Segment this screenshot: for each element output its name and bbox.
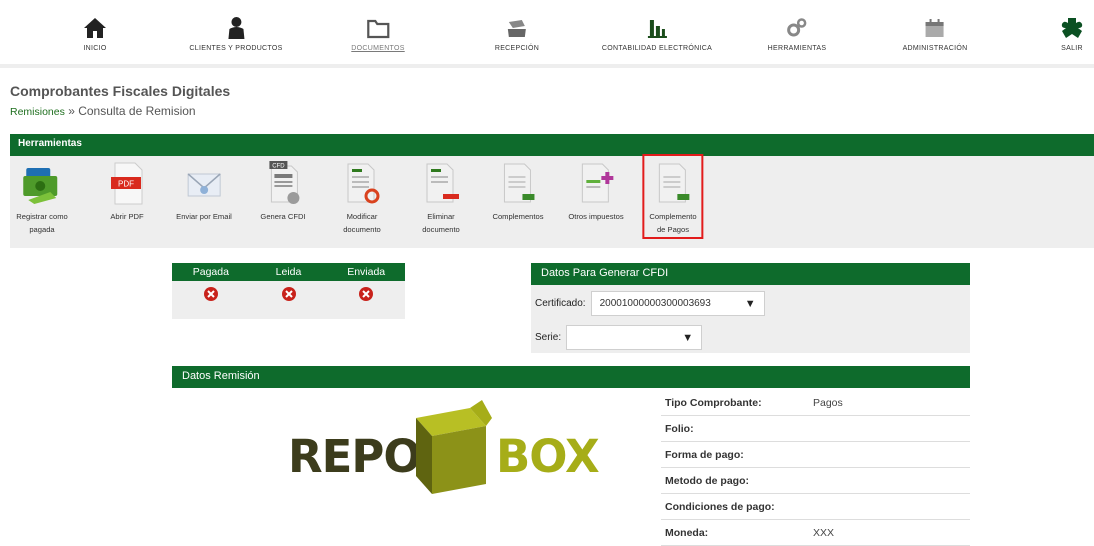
gears-icon bbox=[787, 18, 807, 37]
logo-left-text: REPO bbox=[288, 430, 422, 483]
remision-header: Datos Remisión bbox=[172, 366, 970, 388]
nav-label: ADMINISTRACIÓN bbox=[902, 45, 968, 52]
email-icon bbox=[187, 173, 221, 197]
breadcrumb-separator: » bbox=[64, 104, 79, 118]
certificado-select[interactable]: 20001000000300003693 ▼ bbox=[590, 291, 765, 316]
status-col-leida: Leida bbox=[275, 266, 302, 278]
nav-item-administracion[interactable]: ADMINISTRACIÓN bbox=[903, 16, 968, 64]
breadcrumb: Remisiones » Consulta de Remision bbox=[10, 104, 196, 118]
edit-document-icon bbox=[347, 163, 380, 204]
property-key: Forma de pago: bbox=[665, 448, 744, 461]
xml-document-icon bbox=[503, 163, 534, 203]
tool-label: Enviar por Email bbox=[176, 212, 232, 221]
x-circle-icon bbox=[203, 287, 218, 301]
breadcrumb-link-remisiones[interactable]: Remisiones bbox=[10, 106, 65, 118]
page-title: Comprobantes Fiscales Digitales bbox=[10, 83, 231, 99]
nav-label: INICIO bbox=[83, 45, 107, 52]
tool-label: Otros impuestos bbox=[568, 212, 624, 221]
delete-document-icon bbox=[426, 163, 459, 203]
add-document-icon bbox=[581, 163, 613, 203]
caret-down-icon: ▼ bbox=[744, 297, 756, 310]
certificado-value: 20001000000300003693 bbox=[599, 298, 711, 309]
otros-impuestos-button[interactable]: Otros impuestos bbox=[568, 156, 624, 242]
person-icon bbox=[227, 17, 244, 39]
nav-label: CLIENTES Y PRODUCTOS bbox=[189, 45, 283, 52]
property-row: Condiciones de pago: bbox=[661, 494, 970, 520]
calendar-icon bbox=[926, 19, 944, 37]
serie-label: Serie: bbox=[535, 332, 562, 343]
status-col-enviada: Enviada bbox=[347, 266, 386, 278]
logo-right-text: BOX bbox=[496, 430, 600, 483]
cfdi-header: Datos Para Generar CFDI bbox=[531, 263, 970, 285]
delete-document-button[interactable]: Eliminar documento bbox=[419, 156, 463, 242]
pdf-icon: PDF bbox=[111, 162, 143, 205]
tool-label: Complementos bbox=[492, 212, 544, 221]
property-key: Condiciones de pago: bbox=[665, 500, 775, 513]
nav-label: DOCUMENTOS bbox=[351, 45, 405, 52]
box-icon bbox=[416, 400, 492, 494]
tool-label: Genera CFDI bbox=[260, 212, 306, 221]
tools-header: Herramientas bbox=[10, 134, 1094, 156]
inbox-icon bbox=[507, 20, 526, 37]
home-icon bbox=[84, 18, 106, 38]
property-row: Tipo Comprobante: Pagos bbox=[661, 390, 970, 416]
genera-cfdi-button[interactable]: CFD Genera CFDI bbox=[260, 156, 306, 242]
nav-item-contabilidad[interactable]: CONTABILIDAD ELECTRÓNICA bbox=[602, 16, 712, 64]
money-icon bbox=[22, 168, 57, 204]
property-row: Forma de pago: bbox=[661, 442, 970, 468]
bar-chart-icon bbox=[648, 20, 667, 38]
nav-item-inicio[interactable]: INICIO bbox=[82, 16, 108, 64]
send-email-button[interactable]: Enviar por Email bbox=[176, 156, 232, 242]
svg-text:CFD: CFD bbox=[272, 164, 285, 170]
property-value: Pagos bbox=[813, 396, 843, 409]
tool-label: Complemento de Pagos bbox=[649, 212, 697, 234]
cfd-document-icon: CFD bbox=[269, 161, 299, 204]
svg-text:PDF: PDF bbox=[118, 180, 134, 189]
breadcrumb-current: Consulta de Remision bbox=[78, 104, 196, 118]
serie-select[interactable]: ▼ bbox=[566, 325, 703, 350]
property-value: XXX bbox=[813, 526, 835, 539]
property-key: Folio: bbox=[665, 422, 694, 435]
property-row: Moneda: XXX bbox=[661, 520, 970, 546]
nav-label: CONTABILIDAD ELECTRÓNICA bbox=[601, 45, 713, 52]
nav-item-herramientas[interactable]: HERRAMIENTAS bbox=[768, 16, 827, 64]
tools-panel: Registrar como pagada PDF Abrir PDF Envi… bbox=[10, 154, 1094, 248]
tool-label: Abrir PDF bbox=[110, 212, 144, 221]
puzzle-icon bbox=[1061, 18, 1083, 38]
property-key: Moneda: bbox=[665, 526, 709, 539]
open-pdf-button[interactable]: PDF Abrir PDF bbox=[105, 156, 149, 242]
modify-document-button[interactable]: Modificar documento bbox=[340, 156, 384, 242]
status-values bbox=[172, 281, 405, 307]
status-col-pagada: Pagada bbox=[192, 266, 229, 278]
property-key: Metodo de pago: bbox=[665, 474, 749, 487]
cfdi-panel: Datos Para Generar CFDI Certificado: 200… bbox=[531, 263, 970, 353]
property-key: Tipo Comprobante: bbox=[665, 396, 762, 409]
status-panel: Pagada Leida Enviada bbox=[172, 263, 405, 319]
nav-item-documentos[interactable]: DOCUMENTOS bbox=[351, 16, 404, 64]
tool-label: Registrar como pagada bbox=[16, 212, 68, 234]
top-navigation: INICIO CLIENTES Y PRODUCTOS DOCUMENTOS R… bbox=[0, 0, 1094, 68]
nav-item-clientes[interactable]: CLIENTES Y PRODUCTOS bbox=[189, 16, 282, 64]
property-row: Folio: bbox=[661, 416, 970, 442]
status-header: Pagada Leida Enviada bbox=[172, 263, 405, 281]
complemento-pagos-button[interactable]: Complemento de Pagos bbox=[642, 154, 704, 239]
nav-label: RECEPCIÓN bbox=[494, 45, 540, 52]
tool-label: Eliminar documento bbox=[422, 212, 460, 234]
remision-properties: Tipo Comprobante: Pagos Folio: Forma de … bbox=[661, 390, 970, 546]
nav-label: HERRAMIENTAS bbox=[767, 45, 827, 52]
register-paid-button[interactable]: Registrar como pagada bbox=[16, 156, 68, 242]
caret-down-icon: ▼ bbox=[682, 331, 694, 344]
complementos-button[interactable]: Complementos bbox=[492, 156, 544, 242]
nav-item-recepcion[interactable]: RECEPCIÓN bbox=[495, 16, 539, 64]
tool-label: Modificar documento bbox=[343, 212, 381, 234]
x-circle-icon bbox=[281, 287, 296, 301]
nav-item-salir[interactable]: SALIR bbox=[1059, 16, 1085, 64]
nav-label: SALIR bbox=[1061, 45, 1083, 52]
x-circle-icon bbox=[359, 287, 374, 301]
folder-icon bbox=[366, 19, 390, 39]
xml-document-icon bbox=[658, 163, 689, 203]
certificado-label: Certificado: bbox=[535, 298, 586, 309]
repobox-logo: REPO BOX bbox=[282, 400, 602, 500]
property-row: Metodo de pago: bbox=[661, 468, 970, 494]
